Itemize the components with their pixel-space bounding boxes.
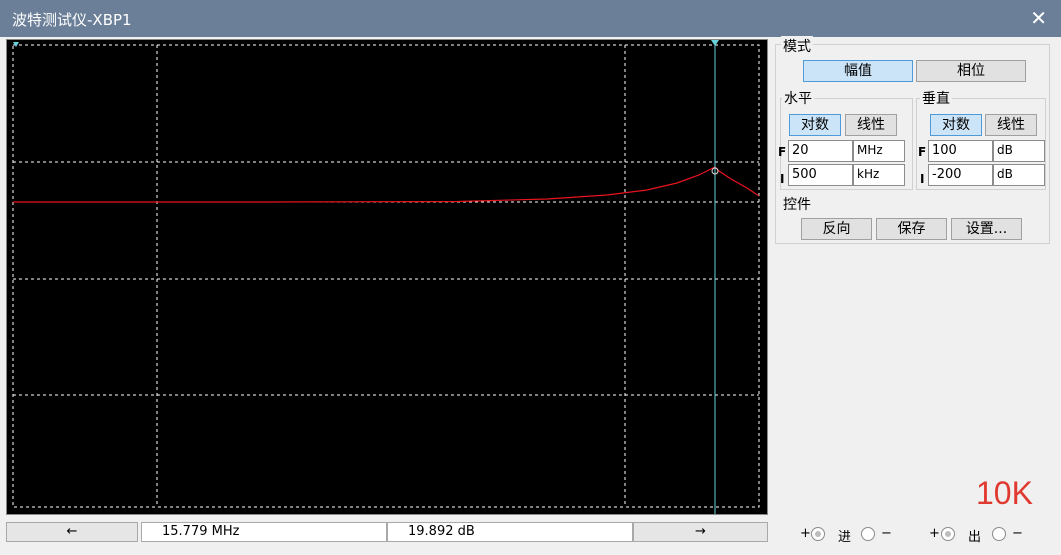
magnitude-curve <box>13 166 760 203</box>
horizontal-initial-label: I <box>780 172 785 186</box>
out-plus-label: + <box>929 526 940 541</box>
vertical-linear-button[interactable]: 线性 <box>985 114 1037 136</box>
horizontal-linear-button[interactable]: 线性 <box>845 114 897 136</box>
horizontal-label: 水平 <box>782 88 814 108</box>
window-title: 波特测试仪-XBP1 <box>12 11 132 29</box>
horizontal-initial-input[interactable]: 500 <box>788 164 853 186</box>
watermark-text: 10K <box>976 475 1033 511</box>
magnitude-button[interactable]: 幅值 <box>803 60 913 82</box>
vertical-final-unit[interactable]: dB <box>993 140 1045 162</box>
vertical-initial-unit[interactable]: dB <box>993 164 1045 186</box>
readout-bar: ← 15.779 MHz 19.892 dB → <box>6 522 768 542</box>
cursor-left-button[interactable]: ← <box>6 522 138 542</box>
vertical-initial-input[interactable]: -200 <box>928 164 993 186</box>
controls-label: 控件 <box>781 194 813 214</box>
out-minus-label: − <box>1012 526 1023 541</box>
out-plus-terminal[interactable] <box>941 527 955 541</box>
plot-svg <box>12 40 760 514</box>
cursor-right-button[interactable]: → <box>633 522 768 542</box>
mode-label: 模式 <box>781 36 813 56</box>
in-minus-label: − <box>881 526 892 541</box>
horizontal-final-label: F <box>778 145 787 159</box>
horizontal-log-button[interactable]: 对数 <box>789 114 841 136</box>
settings-button[interactable]: 设置... <box>951 218 1022 240</box>
out-label: 出 <box>968 530 982 545</box>
vertical-final-input[interactable]: 100 <box>928 140 993 162</box>
horizontal-final-unit[interactable]: MHz <box>853 140 905 162</box>
in-plus-terminal[interactable] <box>811 527 825 541</box>
save-button[interactable]: 保存 <box>876 218 947 240</box>
frequency-readout: 15.779 MHz <box>141 522 387 542</box>
vertical-final-label: F <box>918 145 927 159</box>
bode-plot[interactable] <box>6 39 768 515</box>
vertical-initial-label: I <box>920 172 925 186</box>
horizontal-initial-unit[interactable]: kHz <box>853 164 905 186</box>
reverse-button[interactable]: 反向 <box>801 218 872 240</box>
title-bar: 波特测试仪-XBP1 ✕ <box>0 0 1061 37</box>
gain-readout: 19.892 dB <box>387 522 633 542</box>
in-minus-terminal[interactable] <box>861 527 875 541</box>
out-minus-terminal[interactable] <box>992 527 1006 541</box>
grid-frame <box>12 44 760 508</box>
in-label: 进 <box>838 530 852 545</box>
phase-button[interactable]: 相位 <box>916 60 1026 82</box>
in-plus-label: + <box>800 526 811 541</box>
vertical-label: 垂直 <box>920 88 952 108</box>
vertical-log-button[interactable]: 对数 <box>930 114 982 136</box>
close-icon[interactable]: ✕ <box>1030 6 1047 30</box>
horizontal-final-input[interactable]: 20 <box>788 140 853 162</box>
